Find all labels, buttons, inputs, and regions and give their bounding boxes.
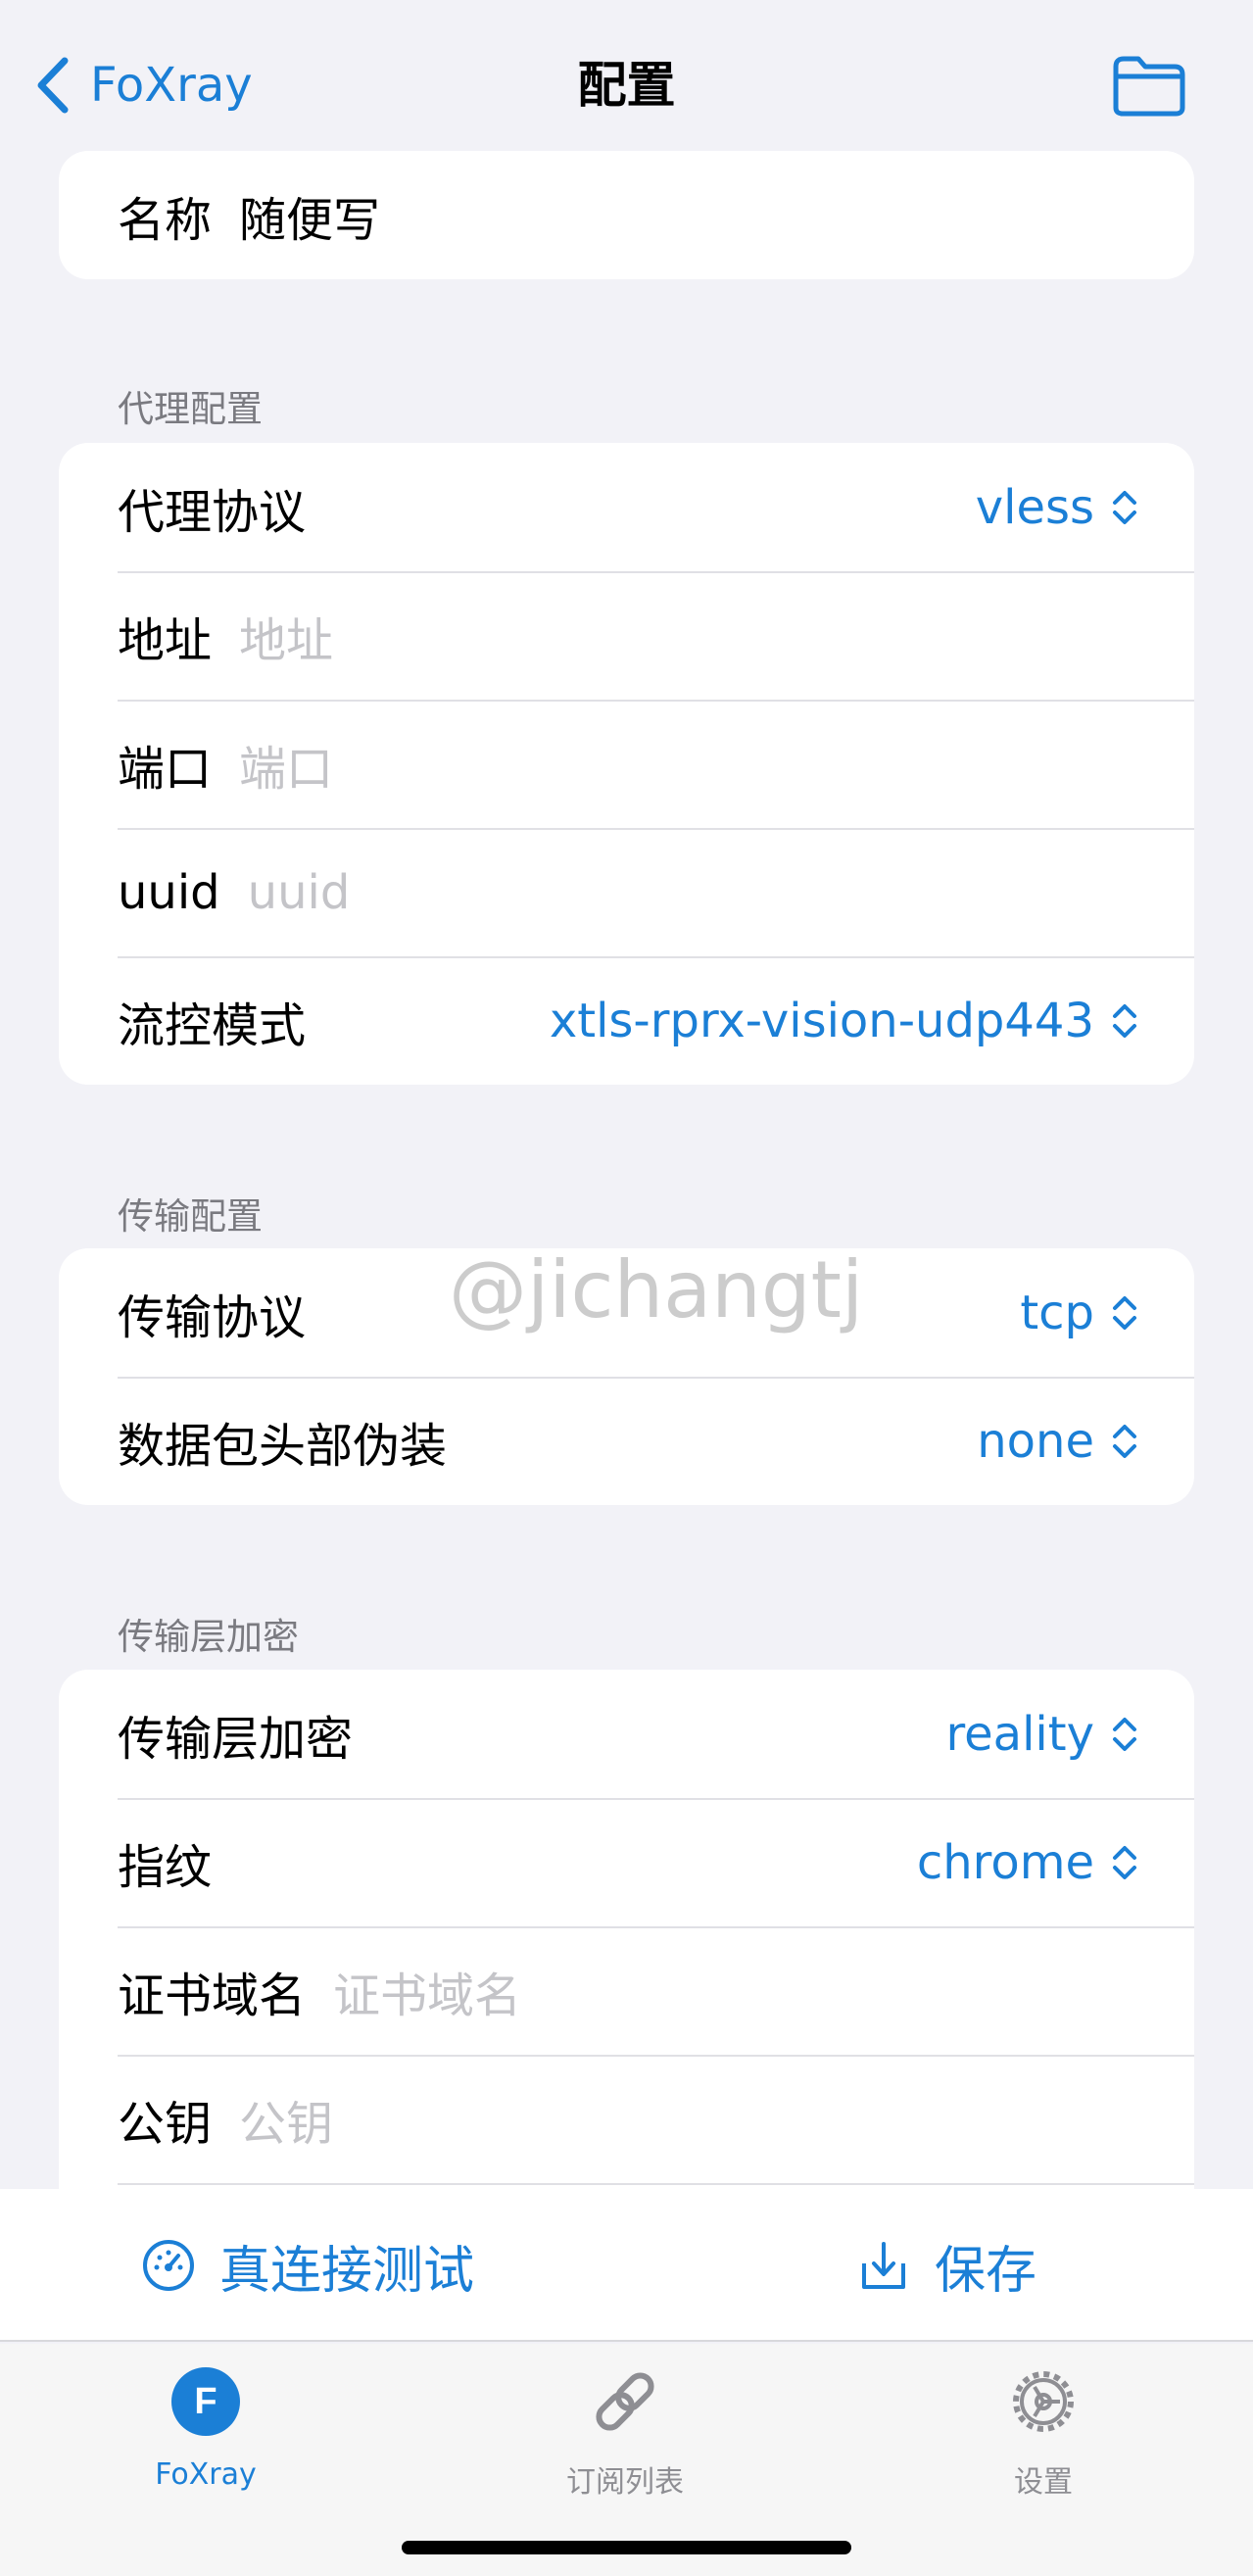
proxy-protocol-row[interactable]: 代理协议 vless — [59, 443, 1194, 571]
header-type-value: none — [977, 1413, 1094, 1469]
uuid-row[interactable]: uuid uuid — [59, 828, 1194, 956]
transport-section-header: 传输配置 — [118, 1195, 263, 1238]
download-tray-icon — [862, 2242, 905, 2289]
tab-foxray-label: FoXray — [155, 2457, 257, 2492]
name-value[interactable]: 随便写 — [239, 181, 380, 250]
public-key-row[interactable]: 公钥 公钥 — [59, 2055, 1194, 2183]
flow-value: xtls-rprx-vision-udp443 — [549, 993, 1094, 1048]
real-connection-test-button[interactable]: 真连接测试 — [141, 2189, 474, 2342]
transport-protocol-picker[interactable]: tcp — [1020, 1286, 1139, 1340]
page-title: 配置 — [577, 57, 676, 114]
chevron-up-down-icon — [1113, 1295, 1136, 1330]
folder-icon[interactable] — [1111, 53, 1187, 118]
name-label: 名称 — [118, 192, 213, 248]
uuid-label: uuid — [118, 864, 220, 920]
proxy-protocol-label: 代理协议 — [118, 484, 307, 540]
gear-icon — [1005, 2363, 1082, 2440]
fingerprint-label: 指纹 — [118, 1839, 213, 1895]
flow-picker[interactable]: xtls-rprx-vision-udp443 — [550, 994, 1139, 1048]
tab-subscriptions-label: 订阅列表 — [566, 2465, 684, 2500]
fingerprint-value: chrome — [916, 1834, 1094, 1890]
chevron-up-down-icon — [1113, 490, 1136, 524]
proxy-protocol-value: vless — [975, 479, 1094, 535]
chevron-up-down-icon — [1113, 1003, 1136, 1038]
tab-settings-label: 设置 — [1014, 2465, 1073, 2500]
save-label: 保存 — [935, 2241, 1037, 2301]
real-connection-test-label: 真连接测试 — [219, 2241, 475, 2301]
port-input[interactable]: 端口 — [239, 730, 333, 799]
address-input[interactable]: 地址 — [239, 602, 333, 670]
server-name-input[interactable]: 证书域名 — [333, 1957, 521, 2025]
proxy-protocol-picker[interactable]: vless — [976, 480, 1139, 535]
chevron-up-down-icon — [1113, 1845, 1136, 1879]
header-type-picker[interactable]: none — [977, 1414, 1139, 1469]
chevron-up-down-icon — [1113, 1424, 1136, 1458]
public-key-input[interactable]: 公钥 — [239, 2085, 333, 2154]
transport-protocol-label: 传输协议 — [118, 1289, 307, 1345]
action-bar: 真连接测试 保存 — [0, 2189, 1253, 2342]
tab-bar: F FoXray 订阅列表 设置 — [0, 2344, 1253, 2576]
tab-settings[interactable]: 设置 — [945, 2363, 1141, 2501]
proxy-card: 代理协议 vless 地址 地址 端口 端口 uuid uuid 流控模式 xt… — [59, 443, 1194, 1085]
tab-foxray[interactable]: F FoXray — [108, 2363, 304, 2492]
address-row[interactable]: 地址 地址 — [59, 571, 1194, 700]
home-indicator — [402, 2541, 851, 2554]
security-card: 传输层加密 reality 指纹 chrome 证书域名 证书域名 公钥 公钥 — [59, 1670, 1194, 2218]
security-picker[interactable]: reality — [945, 1707, 1139, 1762]
flow-label: 流控模式 — [118, 997, 307, 1053]
transport-protocol-value: tcp — [1020, 1285, 1094, 1340]
address-label: 地址 — [118, 612, 213, 668]
link-icon — [587, 2363, 663, 2440]
server-name-label: 证书域名 — [118, 1968, 307, 2023]
name-card: 名称 随便写 — [59, 151, 1194, 279]
save-button[interactable]: 保存 — [856, 2189, 1036, 2342]
tab-subscriptions[interactable]: 订阅列表 — [527, 2363, 723, 2501]
chevron-up-down-icon — [1113, 1717, 1136, 1751]
transport-protocol-row[interactable]: 传输协议 tcp — [59, 1248, 1194, 1377]
foxray-f-icon: F — [168, 2363, 244, 2440]
security-label: 传输层加密 — [118, 1711, 354, 1767]
port-label: 端口 — [118, 741, 213, 797]
security-value: reality — [945, 1706, 1094, 1762]
server-name-row[interactable]: 证书域名 证书域名 — [59, 1926, 1194, 2055]
proxy-section-header: 代理配置 — [118, 388, 263, 430]
name-row[interactable]: 名称 随便写 — [59, 151, 1194, 279]
header-type-row[interactable]: 数据包头部伪装 none — [59, 1377, 1194, 1505]
header-type-label: 数据包头部伪装 — [118, 1418, 448, 1474]
security-row[interactable]: 传输层加密 reality — [59, 1670, 1194, 1798]
flow-row[interactable]: 流控模式 xtls-rprx-vision-udp443 — [59, 956, 1194, 1085]
speedometer-icon — [143, 2240, 194, 2291]
port-row[interactable]: 端口 端口 — [59, 700, 1194, 828]
uuid-input[interactable]: uuid — [248, 865, 351, 920]
transport-card: 传输协议 tcp 数据包头部伪装 none — [59, 1248, 1194, 1505]
navigation-bar: FoXray 配置 — [0, 0, 1253, 157]
public-key-label: 公钥 — [118, 2096, 213, 2152]
fingerprint-picker[interactable]: chrome — [917, 1835, 1139, 1890]
security-section-header: 传输层加密 — [118, 1616, 299, 1658]
fingerprint-row[interactable]: 指纹 chrome — [59, 1798, 1194, 1926]
